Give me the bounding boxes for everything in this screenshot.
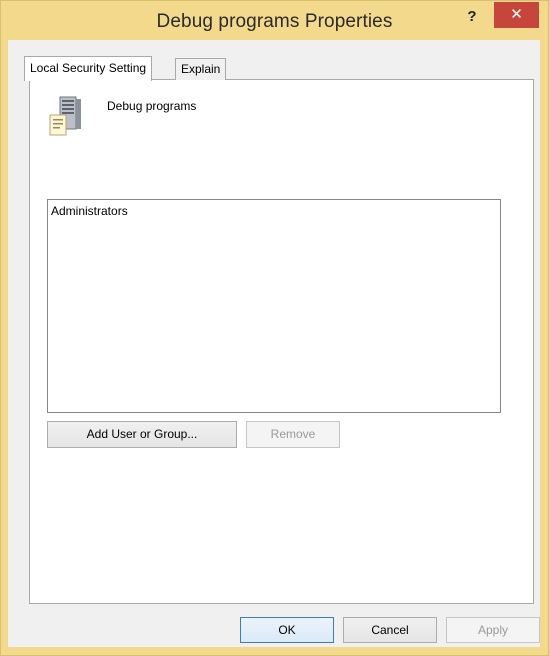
- tab-local-security-setting[interactable]: Local Security Setting: [24, 56, 153, 81]
- tab-explain[interactable]: Explain: [175, 58, 227, 80]
- add-user-or-group-button[interactable]: Add User or Group...: [47, 421, 237, 448]
- cancel-button[interactable]: Cancel: [343, 617, 437, 643]
- remove-button[interactable]: Remove: [246, 421, 340, 448]
- principals-listbox[interactable]: Administrators: [47, 199, 501, 413]
- ok-button[interactable]: OK: [240, 617, 334, 643]
- close-button[interactable]: ✕: [494, 2, 539, 28]
- server-policy-icon: [46, 95, 86, 137]
- apply-button[interactable]: Apply: [446, 617, 540, 643]
- policy-name: Debug programs: [107, 99, 197, 113]
- title-bar[interactable]: Debug programs Properties ? ✕: [1, 1, 548, 41]
- list-item[interactable]: Administrators: [48, 200, 500, 218]
- help-button[interactable]: ?: [459, 6, 485, 28]
